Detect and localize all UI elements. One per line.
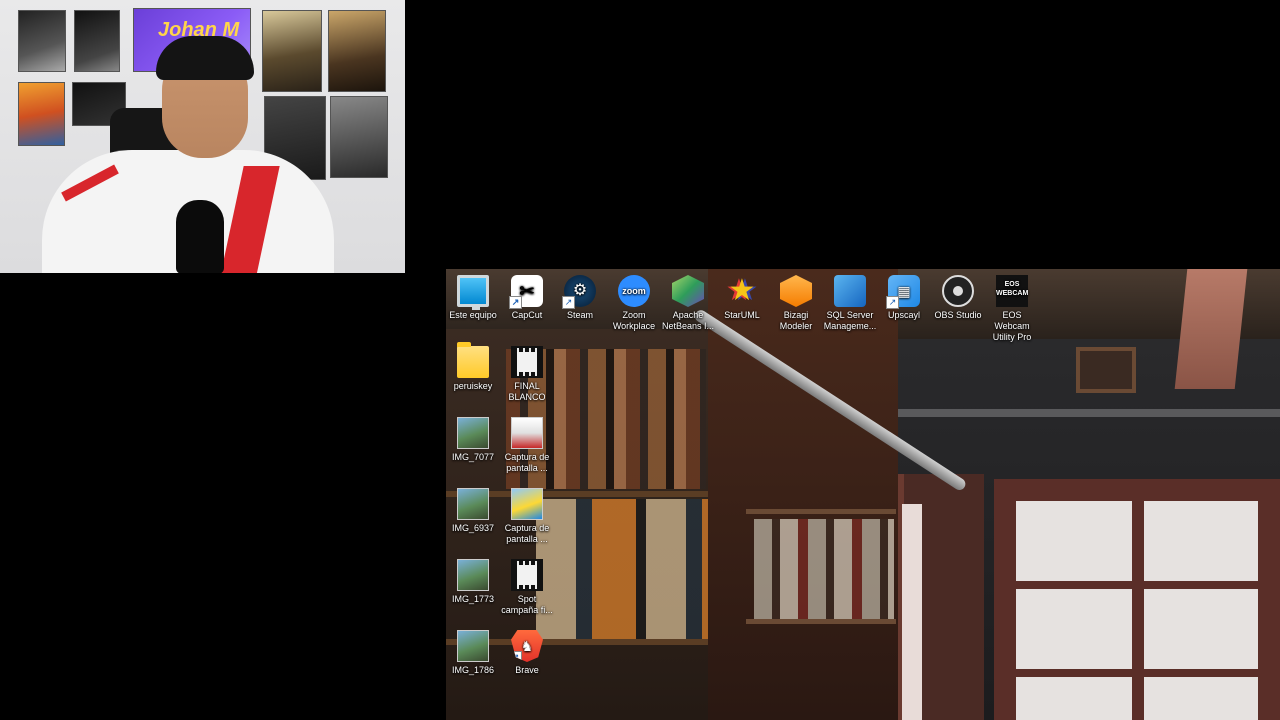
video-file-icon	[511, 559, 543, 591]
brave-icon: ♞	[511, 630, 543, 662]
wallpaper	[1144, 677, 1258, 720]
desktop-icon-netbeans[interactable]: Apache NetBeans I...	[661, 275, 715, 332]
microphone	[176, 200, 224, 273]
image-file-icon	[457, 630, 489, 662]
desktop-icon-label: OBS Studio	[934, 310, 982, 320]
obs-icon	[942, 275, 974, 307]
wall-poster	[74, 10, 120, 72]
presenter-hair	[156, 36, 254, 80]
wallpaper	[536, 499, 716, 639]
wallpaper	[1174, 269, 1248, 389]
desktop-icon-obs-studio[interactable]: OBS Studio	[931, 275, 985, 321]
this-pc-icon	[457, 275, 489, 310]
desktop-icon-label: StarUML	[724, 310, 760, 320]
staruml-icon: ★	[728, 274, 756, 307]
screenshot-file-icon	[511, 488, 543, 520]
steam-icon: ⚙	[562, 275, 596, 309]
wallpaper	[1016, 677, 1132, 720]
desktop-icon-eos-webcam[interactable]: EOS WEBCAM EOS Webcam Utility Pro	[985, 275, 1039, 343]
wall-poster	[328, 10, 386, 92]
desktop-icon-img-7077[interactable]: IMG_7077	[446, 417, 500, 463]
wallpaper	[902, 504, 922, 720]
desktop-icon-label: Zoom Workplace	[612, 310, 656, 331]
video-file-icon	[511, 346, 543, 378]
desktop-icon-label: IMG_7077	[451, 452, 495, 462]
wallpaper	[1016, 589, 1132, 669]
desktop-icon-final-blanco[interactable]: FINAL BLANCO	[500, 346, 554, 403]
desktop-icon-spot-campana[interactable]: Spot campaña fi...	[500, 559, 554, 616]
desktop-icon-bizagi[interactable]: Bizagi Modeler	[769, 275, 823, 332]
desktop-icon-label: FINAL BLANCO	[508, 381, 546, 402]
desktop-icon-captura-1[interactable]: Captura de pantalla ...	[500, 417, 554, 474]
desktop-icon-upscayl[interactable]: ▦ Upscayl	[877, 275, 931, 321]
desktop-icon-brave[interactable]: ♞ Brave	[500, 630, 554, 676]
image-file-icon	[457, 417, 489, 449]
image-file-icon	[457, 559, 489, 591]
bizagi-icon	[780, 275, 812, 307]
desktop-icon-label: EOS Webcam Utility Pro	[992, 310, 1032, 342]
desktop-icon-este-equipo[interactable]: Este equipo	[446, 275, 500, 321]
webcam-overlay: Johan M	[0, 0, 405, 273]
wall-poster	[262, 10, 322, 92]
desktop-icon-captura-2[interactable]: Captura de pantalla ...	[500, 488, 554, 545]
wallpaper	[746, 619, 896, 624]
desktop: Este equipo ✂ CapCut ⚙ Steam zoom Zoom W…	[446, 269, 1280, 720]
desktop-icon-label: IMG_1786	[451, 665, 495, 675]
desktop-icon-label: Apache NetBeans I...	[661, 310, 715, 331]
screenshot-file-icon	[511, 417, 543, 449]
wallpaper	[1144, 501, 1258, 581]
wallpaper	[898, 409, 1280, 417]
folder-icon	[457, 342, 489, 378]
upscayl-icon: ▦	[886, 275, 920, 309]
desktop-icon-label: Steam	[566, 310, 593, 320]
desktop-icon-sql-server[interactable]: SQL Server Manageme...	[823, 275, 877, 332]
desktop-icon-label: IMG_6937	[451, 523, 495, 533]
desktop-icon-label: IMG_1773	[451, 594, 495, 604]
desktop-icon-label: Bizagi Modeler	[779, 310, 813, 331]
desktop-icon-label: peruiskey	[453, 381, 493, 391]
wallpaper	[1076, 347, 1136, 393]
wall-poster	[18, 82, 65, 146]
netbeans-icon	[672, 275, 704, 307]
desktop-icon-label: Upscayl	[887, 310, 920, 320]
desktop-icon-capcut[interactable]: ✂ CapCut	[500, 275, 554, 321]
desktop-icon-img-1773[interactable]: IMG_1773	[446, 559, 500, 605]
desktop-icon-img-1786[interactable]: IMG_1786	[446, 630, 500, 676]
desktop-icon-staruml[interactable]: ★ StarUML	[715, 275, 769, 321]
desktop-icon-img-6937[interactable]: IMG_6937	[446, 488, 500, 534]
desktop-icon-peruiskey[interactable]: peruiskey	[446, 342, 500, 392]
desktop-icon-label: SQL Server Manageme...	[823, 310, 877, 331]
sql-server-icon	[834, 275, 866, 307]
desktop-icon-label: Captura de pantalla ...	[504, 523, 550, 544]
wall-poster	[18, 10, 66, 72]
desktop-icon-label: CapCut	[511, 310, 543, 320]
desktop-icon-label: Brave	[515, 665, 539, 675]
wallpaper	[1016, 501, 1132, 581]
image-file-icon	[457, 488, 489, 520]
desktop-icon-zoom[interactable]: zoom Zoom Workplace	[607, 275, 661, 332]
wallpaper	[754, 519, 894, 619]
capcut-icon: ✂	[509, 275, 543, 309]
desktop-icon-label: Este equipo	[449, 310, 497, 320]
wallpaper	[1144, 589, 1258, 669]
wallpaper	[746, 509, 896, 514]
zoom-icon: zoom	[618, 275, 650, 307]
wall-poster	[330, 96, 388, 178]
desktop-icon-label: Captura de pantalla ...	[504, 452, 550, 473]
desktop-icon-label: Spot campaña fi...	[501, 594, 553, 615]
desktop-icon-steam[interactable]: ⚙ Steam	[553, 275, 607, 321]
eos-webcam-icon: EOS WEBCAM	[996, 275, 1028, 307]
